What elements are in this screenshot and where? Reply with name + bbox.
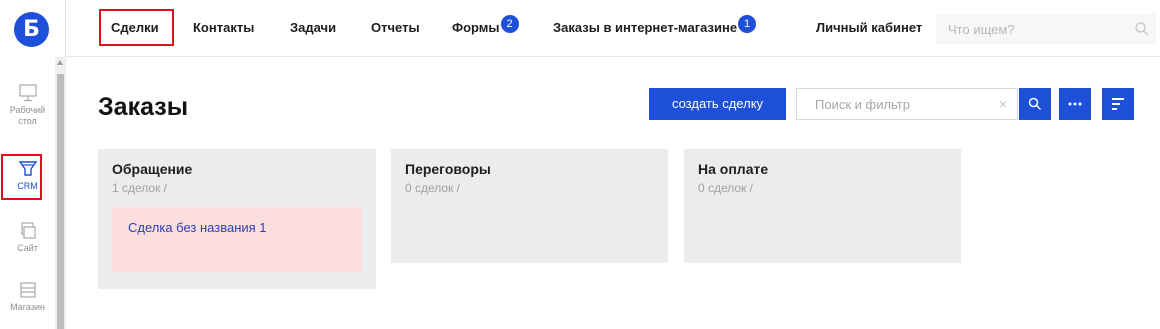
sort-lines-icon — [1112, 98, 1124, 110]
rail-item-desktop[interactable]: Рабочий стол — [0, 84, 55, 127]
column-title: Переговоры — [405, 161, 491, 177]
shop-icon — [19, 282, 36, 298]
filter-search-button[interactable] — [1019, 88, 1051, 120]
column-count: 0 сделок / — [405, 181, 461, 195]
kanban-column-payment: На оплате 0 сделок / — [684, 149, 961, 263]
rail-item-label-2: стол — [18, 116, 37, 126]
rail-scrollbar[interactable] — [55, 57, 66, 329]
search-filter-field[interactable]: Поиск и фильтр × — [796, 88, 1018, 120]
nav-item-tasks[interactable]: Задачи — [290, 20, 336, 36]
column-count: 0 сделок / — [698, 181, 754, 195]
filter-input[interactable]: Поиск и фильтр — [815, 97, 910, 112]
monitor-icon — [18, 84, 37, 102]
global-search[interactable]: Что ищем? — [936, 14, 1156, 44]
search-icon — [1028, 97, 1042, 111]
nav-item-shop-orders[interactable]: Заказы в интернет-магазине 1 — [553, 15, 757, 38]
kanban-column-negotiation: Переговоры 0 сделок / — [391, 149, 668, 263]
more-options-button[interactable] — [1059, 88, 1091, 120]
rail-item-label: Магазин — [10, 302, 45, 312]
clear-icon[interactable]: × — [999, 96, 1007, 112]
deal-card-link[interactable]: Сделка без названия 1 — [128, 220, 267, 235]
app-logo[interactable]: Б — [14, 12, 49, 47]
ellipsis-icon — [1068, 102, 1082, 106]
scroll-up-icon[interactable] — [57, 60, 63, 65]
column-count: 1 сделок / — [112, 181, 168, 195]
scrollbar-thumb[interactable] — [57, 74, 64, 329]
pages-icon — [20, 222, 36, 239]
global-search-input[interactable]: Что ищем? — [948, 22, 1015, 37]
create-deal-button[interactable]: создать сделку — [649, 88, 786, 120]
rail-item-shop[interactable]: Магазин — [0, 281, 55, 313]
rail-item-site[interactable]: Сайт — [0, 222, 55, 254]
column-title: На оплате — [698, 161, 769, 177]
rail-item-label: Рабочий — [9, 105, 46, 115]
top-bar: Сделки Контакты Задачи Отчеты Формы 2 Зак… — [66, 0, 1160, 57]
nav-item-reports[interactable]: Отчеты — [371, 20, 420, 36]
nav-item-account[interactable]: Личный кабинет — [816, 20, 922, 36]
rail-item-label: Сайт — [17, 243, 38, 253]
deal-card[interactable]: Сделка без названия 1 — [112, 207, 362, 272]
orders-count-badge: 1 — [738, 15, 757, 33]
kanban-column-appeal: Обращение 1 сделок / Сделка без названия… — [98, 149, 376, 289]
sort-button[interactable] — [1102, 88, 1134, 120]
page-title: Заказы — [98, 93, 189, 121]
nav-item-forms[interactable]: Формы 2 — [452, 15, 519, 38]
nav-active-highlight-box — [99, 9, 174, 46]
forms-count-badge: 2 — [500, 15, 519, 33]
column-title: Обращение — [112, 161, 193, 177]
nav-item-contacts[interactable]: Контакты — [193, 20, 254, 36]
search-icon[interactable] — [1134, 21, 1150, 37]
main-area: Заказы создать сделку Поиск и фильтр × О… — [66, 57, 1160, 329]
crm-highlight-box — [1, 154, 42, 200]
left-rail: Б Рабочий стол CRM Сайт Магазин — [0, 0, 66, 329]
